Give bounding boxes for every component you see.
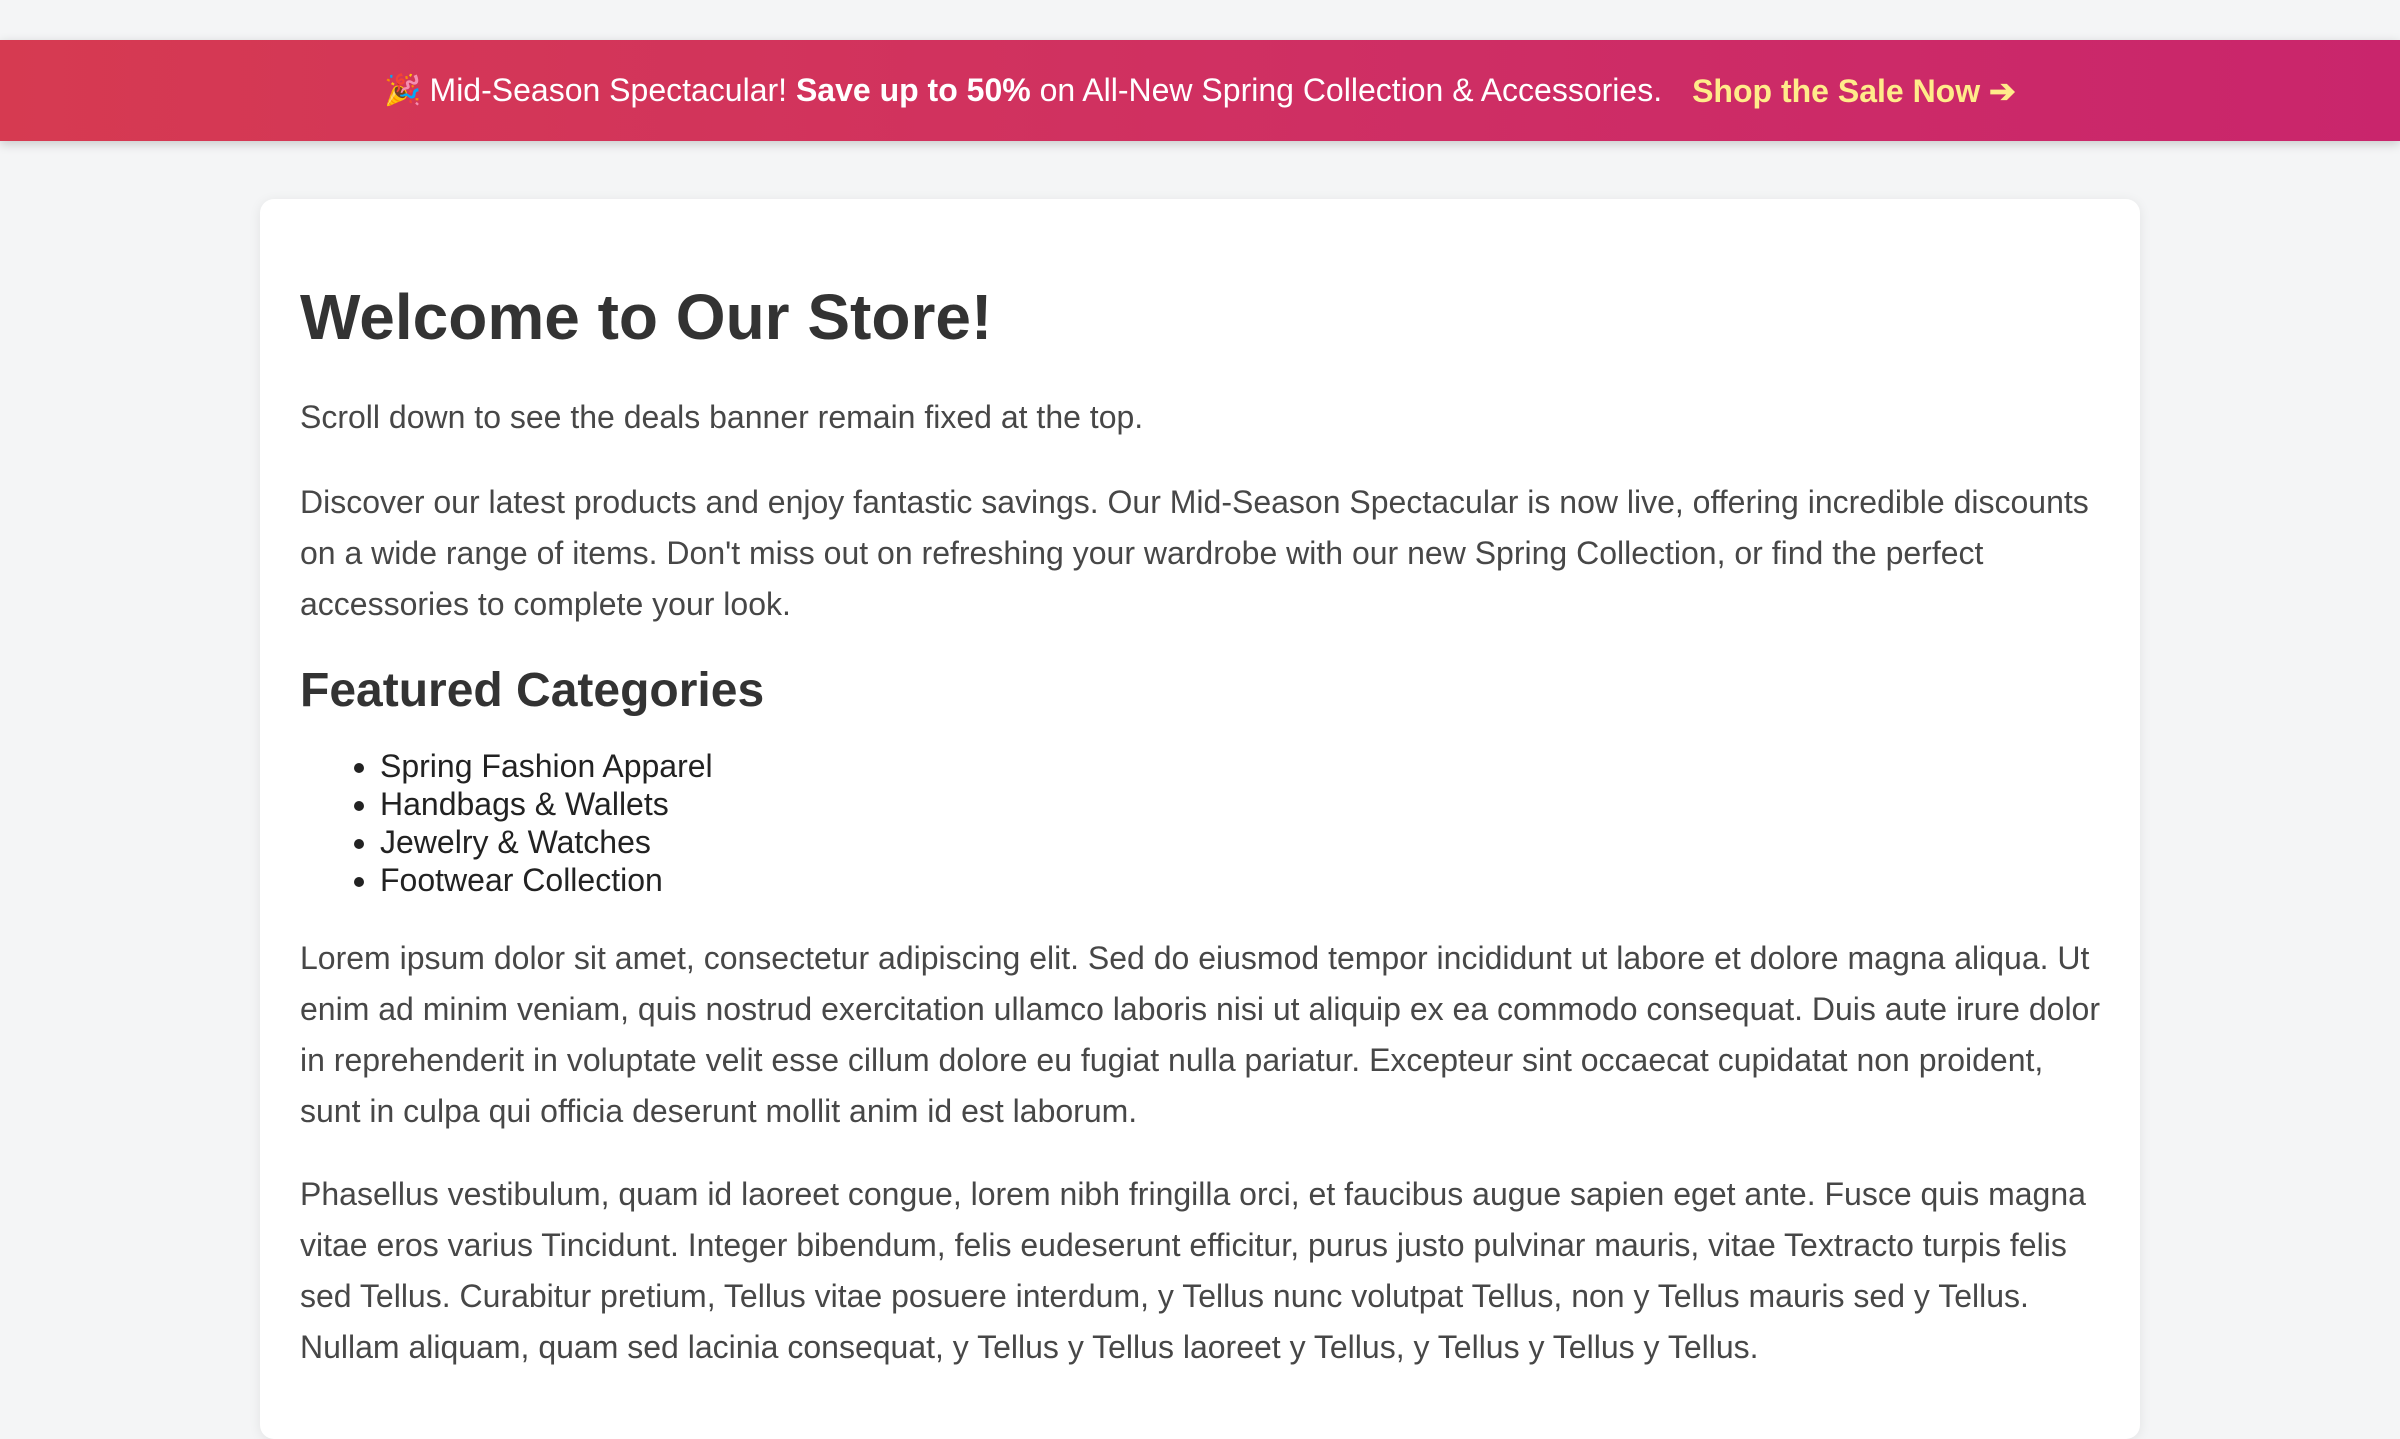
- content-card: Welcome to Our Store! Scroll down to see…: [260, 199, 2140, 1439]
- banner-text-intro: Mid-Season Spectacular!: [429, 72, 788, 108]
- party-popper-icon: 🎉: [384, 74, 422, 107]
- categories-heading: Featured Categories: [300, 663, 765, 717]
- page-top-strip: [0, 0, 2400, 40]
- category-item: Footwear Collection: [380, 861, 2100, 899]
- intro-text: Scroll down to see the deals banner rema…: [300, 398, 1144, 435]
- categories-list: Spring Fashion Apparel Handbags & Wallet…: [300, 747, 2100, 899]
- banner-text-discount: Save up to 50%: [795, 72, 1031, 108]
- category-item: Spring Fashion Apparel: [380, 747, 2100, 785]
- lorem-paragraph-1: Lorem ipsum dolor sit amet, consectetur …: [300, 940, 2100, 1130]
- category-item: Handbags & Wallets: [380, 785, 2100, 823]
- shop-sale-link[interactable]: Shop the Sale Now ➔: [1692, 72, 2016, 110]
- description-text: Discover our latest products and enjoy f…: [300, 483, 2089, 622]
- deals-banner: 🎉 Mid-Season Spectacular! Save up to 50%…: [0, 40, 2400, 141]
- lorem-paragraph-2: Phasellus vestibulum, quam id laoreet co…: [300, 1176, 2086, 1366]
- banner-text-details: on All-New Spring Collection & Accessori…: [1039, 72, 1663, 108]
- category-item: Jewelry & Watches: [380, 823, 2100, 861]
- page-title: Welcome to Our Store!: [300, 281, 993, 353]
